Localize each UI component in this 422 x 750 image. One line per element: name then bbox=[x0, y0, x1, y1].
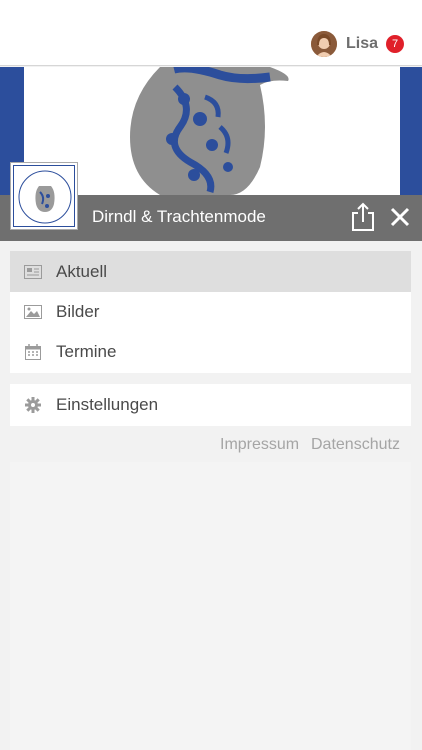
jug-illustration bbox=[130, 67, 289, 195]
page-title: Dirndl & Trachtenmode bbox=[92, 207, 266, 226]
avatar[interactable] bbox=[310, 31, 337, 57]
menu-item-bilder[interactable]: Bilder bbox=[10, 292, 411, 332]
datenschutz-link[interactable]: Datenschutz bbox=[311, 436, 400, 454]
share-button[interactable] bbox=[350, 202, 376, 232]
brand-logo bbox=[10, 162, 78, 230]
share-icon bbox=[352, 202, 374, 231]
close-button[interactable] bbox=[387, 203, 413, 231]
impressum-link[interactable]: Impressum bbox=[220, 436, 299, 454]
menu-item-label: Termine bbox=[56, 342, 117, 361]
menu-item-label: Einstellungen bbox=[56, 395, 159, 414]
notification-badge[interactable]: 7 bbox=[386, 35, 404, 53]
menu-item-label: Bilder bbox=[56, 302, 100, 321]
close-icon bbox=[390, 207, 410, 227]
menu-item-aktuell[interactable]: Aktuell bbox=[10, 251, 411, 292]
footer-links: Impressum Datenschutz bbox=[0, 436, 422, 456]
menu-item-termine[interactable]: Termine bbox=[10, 332, 411, 372]
menu-item-einstellungen[interactable]: Einstellungen bbox=[10, 384, 411, 426]
image-icon bbox=[24, 303, 42, 321]
menu-item-label: Aktuell bbox=[56, 261, 108, 281]
secondary-menu: Einstellungen bbox=[10, 384, 411, 426]
content-panel bbox=[10, 462, 411, 750]
user-name[interactable]: Lisa bbox=[346, 35, 378, 53]
brand-stripe-right bbox=[400, 67, 422, 195]
calendar-icon bbox=[24, 343, 42, 361]
gear-icon bbox=[24, 396, 42, 414]
top-bar: Lisa 7 bbox=[0, 0, 422, 66]
newspaper-icon bbox=[24, 263, 42, 281]
primary-menu: Aktuell Bilder Termine bbox=[10, 251, 411, 373]
user-profile[interactable]: Lisa 7 bbox=[310, 30, 404, 58]
